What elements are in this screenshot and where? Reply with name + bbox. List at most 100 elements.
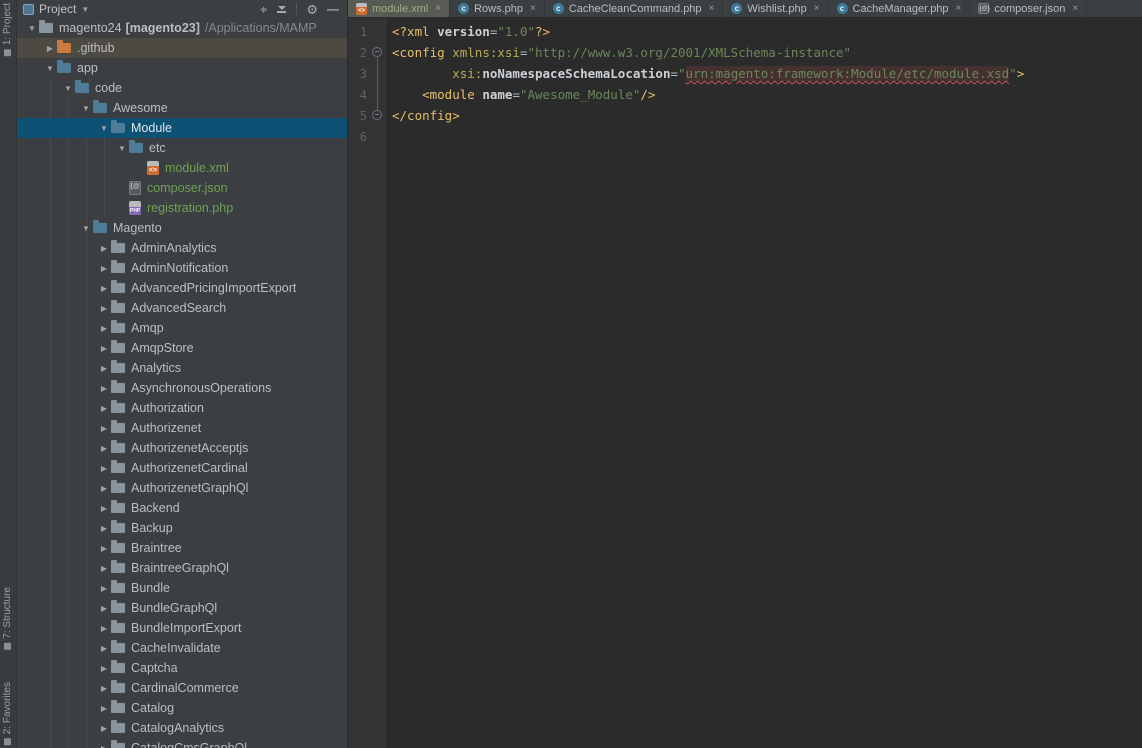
tree-item-code[interactable]: ▼code xyxy=(17,78,347,98)
expand-arrow-closed[interactable]: ▶ xyxy=(97,264,111,273)
tree-item-etc[interactable]: ▼etc xyxy=(17,138,347,158)
expand-arrow-closed[interactable]: ▶ xyxy=(97,744,111,748)
expand-arrow-closed[interactable]: ▶ xyxy=(97,304,111,313)
expand-arrow-closed[interactable]: ▶ xyxy=(97,724,111,733)
code-line[interactable]: 6 xyxy=(348,126,1142,147)
close-icon[interactable]: × xyxy=(709,3,715,14)
tab-cachemanager-php[interactable]: cCacheManager.php× xyxy=(829,0,971,17)
collapse-icon[interactable] xyxy=(276,6,287,13)
code-line[interactable]: 2−<config xmlns:xsi="http://www.w3.org/2… xyxy=(348,42,1142,63)
close-icon[interactable]: × xyxy=(956,3,962,14)
code-line[interactable]: 3 xsi:noNamespaceSchemaLocation="urn:mag… xyxy=(348,63,1142,84)
expand-arrow-closed[interactable]: ▶ xyxy=(97,244,111,253)
close-icon[interactable]: × xyxy=(530,3,536,14)
tree-item-amqpstore[interactable]: ▶AmqpStore xyxy=(17,338,347,358)
tree-item-authorizenet[interactable]: ▶Authorizenet xyxy=(17,418,347,438)
project-view-selector[interactable]: Project xyxy=(39,2,76,16)
tree-item-authorizenetcardinal[interactable]: ▶AuthorizenetCardinal xyxy=(17,458,347,478)
fold-marker[interactable]: − xyxy=(370,105,386,126)
tab-rows-php[interactable]: cRows.php× xyxy=(450,0,545,17)
tool-window-button-project[interactable]: 1: Project xyxy=(2,3,13,56)
tree-item-awesome[interactable]: ▼Awesome xyxy=(17,98,347,118)
tree-item-cacheinvalidate[interactable]: ▶CacheInvalidate xyxy=(17,638,347,658)
fold-marker[interactable] xyxy=(370,63,386,84)
code-editor[interactable]: 1<?xml version="1.0"?>2−<config xmlns:xs… xyxy=(348,18,1142,748)
tree-item-cataloganalytics[interactable]: ▶CatalogAnalytics xyxy=(17,718,347,738)
tree-item-analytics[interactable]: ▶Analytics xyxy=(17,358,347,378)
tree-item-braintreegraphql[interactable]: ▶BraintreeGraphQl xyxy=(17,558,347,578)
project-tree[interactable]: ▼magento24[magento23]/Applications/MAMP▶… xyxy=(17,18,347,748)
tree-item-bundleimportexport[interactable]: ▶BundleImportExport xyxy=(17,618,347,638)
tool-window-button-structure[interactable]: 7: Structure xyxy=(2,587,13,650)
tab-wishlist-php[interactable]: cWishlist.php× xyxy=(723,0,828,17)
tree-item-captcha[interactable]: ▶Captcha xyxy=(17,658,347,678)
expand-arrow-open[interactable]: ▼ xyxy=(61,84,75,93)
tree-item-module[interactable]: ▼Module xyxy=(17,118,347,138)
expand-arrow-closed[interactable]: ▶ xyxy=(97,384,111,393)
tree-item-catalog[interactable]: ▶Catalog xyxy=(17,698,347,718)
expand-arrow-closed[interactable]: ▶ xyxy=(97,284,111,293)
tree-item-authorizenetacceptjs[interactable]: ▶AuthorizenetAcceptjs xyxy=(17,438,347,458)
chevron-down-icon[interactable]: ▼ xyxy=(81,5,89,14)
fold-marker[interactable]: − xyxy=(370,42,386,63)
expand-arrow-open[interactable]: ▼ xyxy=(97,124,111,133)
gear-icon[interactable]: ⚙ xyxy=(306,3,318,16)
locate-icon[interactable]: ⌖ xyxy=(260,3,267,16)
code-line[interactable]: 5−</config> xyxy=(348,105,1142,126)
expand-arrow-open[interactable]: ▼ xyxy=(25,24,39,33)
expand-arrow-closed[interactable]: ▶ xyxy=(97,584,111,593)
code-line[interactable]: 1<?xml version="1.0"?> xyxy=(348,21,1142,42)
hide-panel-icon[interactable]: — xyxy=(327,2,339,16)
expand-arrow-closed[interactable]: ▶ xyxy=(97,664,111,673)
tree-item-braintree[interactable]: ▶Braintree xyxy=(17,538,347,558)
tab-module-xml[interactable]: <>module.xml× xyxy=(348,0,450,17)
tool-window-button-favorites[interactable]: 2: Favorites xyxy=(2,682,13,745)
tree-item-app[interactable]: ▼app xyxy=(17,58,347,78)
expand-arrow-closed[interactable]: ▶ xyxy=(97,404,111,413)
tree-item-backend[interactable]: ▶Backend xyxy=(17,498,347,518)
expand-arrow-closed[interactable]: ▶ xyxy=(97,444,111,453)
tab-cachecleancommand-php[interactable]: cCacheCleanCommand.php× xyxy=(545,0,724,17)
tree-item-module-xml[interactable]: <>module.xml xyxy=(17,158,347,178)
expand-arrow-closed[interactable]: ▶ xyxy=(97,564,111,573)
expand-arrow-closed[interactable]: ▶ xyxy=(97,684,111,693)
tree-item-advancedsearch[interactable]: ▶AdvancedSearch xyxy=(17,298,347,318)
expand-arrow-open[interactable]: ▼ xyxy=(43,64,57,73)
tree-item-advancedpricingimportexport[interactable]: ▶AdvancedPricingImportExport xyxy=(17,278,347,298)
tree-item-magento[interactable]: ▼Magento xyxy=(17,218,347,238)
tree-item-backup[interactable]: ▶Backup xyxy=(17,518,347,538)
expand-arrow-closed[interactable]: ▶ xyxy=(97,704,111,713)
expand-arrow-closed[interactable]: ▶ xyxy=(97,464,111,473)
tree-item-authorizenetgraphql[interactable]: ▶AuthorizenetGraphQl xyxy=(17,478,347,498)
expand-arrow-closed[interactable]: ▶ xyxy=(97,364,111,373)
fold-marker[interactable] xyxy=(370,84,386,105)
expand-arrow-closed[interactable]: ▶ xyxy=(43,44,57,53)
close-icon[interactable]: × xyxy=(1072,3,1078,14)
expand-arrow-closed[interactable]: ▶ xyxy=(97,644,111,653)
expand-arrow-closed[interactable]: ▶ xyxy=(97,424,111,433)
close-icon[interactable]: × xyxy=(814,3,820,14)
tree-item-adminanalytics[interactable]: ▶AdminAnalytics xyxy=(17,238,347,258)
close-icon[interactable]: × xyxy=(435,3,441,14)
tree-item-magento24[interactable]: ▼magento24[magento23]/Applications/MAMP xyxy=(17,18,347,38)
expand-arrow-closed[interactable]: ▶ xyxy=(97,344,111,353)
expand-arrow-closed[interactable]: ▶ xyxy=(97,544,111,553)
tree-item-amqp[interactable]: ▶Amqp xyxy=(17,318,347,338)
expand-arrow-open[interactable]: ▼ xyxy=(79,104,93,113)
tree-item-composer-json[interactable]: {@}composer.json xyxy=(17,178,347,198)
expand-arrow-closed[interactable]: ▶ xyxy=(97,484,111,493)
code-line[interactable]: 4 <module name="Awesome_Module"/> xyxy=(348,84,1142,105)
expand-arrow-closed[interactable]: ▶ xyxy=(97,324,111,333)
tree-item-catalogcmsgraphql[interactable]: ▶CatalogCmsGraphQl xyxy=(17,738,347,748)
expand-arrow-open[interactable]: ▼ xyxy=(115,144,129,153)
tree-item--github[interactable]: ▶.github xyxy=(17,38,347,58)
tree-item-registration-php[interactable]: PHPregistration.php xyxy=(17,198,347,218)
expand-arrow-closed[interactable]: ▶ xyxy=(97,524,111,533)
expand-arrow-closed[interactable]: ▶ xyxy=(97,604,111,613)
tree-item-cardinalcommerce[interactable]: ▶CardinalCommerce xyxy=(17,678,347,698)
tab-composer-json[interactable]: {@}composer.json× xyxy=(970,0,1087,17)
tree-item-bundlegraphql[interactable]: ▶BundleGraphQl xyxy=(17,598,347,618)
tree-item-bundle[interactable]: ▶Bundle xyxy=(17,578,347,598)
tree-item-asynchronousoperations[interactable]: ▶AsynchronousOperations xyxy=(17,378,347,398)
expand-arrow-closed[interactable]: ▶ xyxy=(97,504,111,513)
